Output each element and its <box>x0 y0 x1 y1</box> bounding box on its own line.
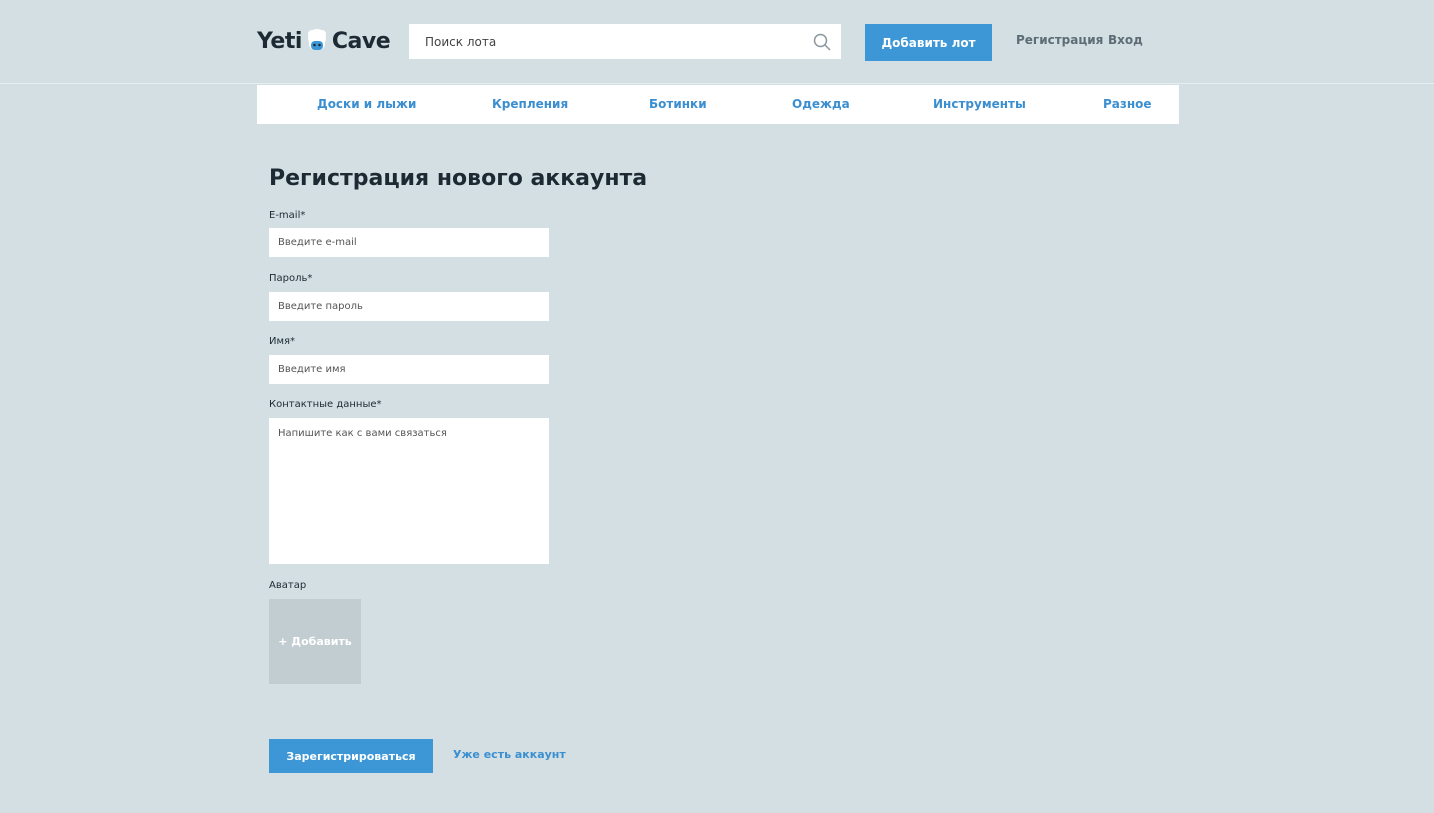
login-link[interactable]: Вход <box>1108 33 1143 47</box>
password-label: Пароль* <box>269 273 313 284</box>
search-icon[interactable] <box>813 33 831 51</box>
name-field[interactable] <box>269 355 549 384</box>
password-field[interactable] <box>269 292 549 321</box>
logo-text-left: Yeti <box>257 28 302 54</box>
category-other[interactable]: Разное <box>1103 97 1152 111</box>
avatar-add-label: + Добавить <box>278 635 352 648</box>
category-tools[interactable]: Инструменты <box>933 97 1026 111</box>
category-clothing[interactable]: Одежда <box>792 97 850 111</box>
category-boards-skis[interactable]: Доски и лыжи <box>317 97 416 111</box>
page-title: Регистрация нового аккаунта <box>269 166 648 191</box>
email-label: E-mail* <box>269 210 306 221</box>
categories-nav: Доски и лыжи Крепления Ботинки Одежда Ин… <box>257 85 1179 124</box>
search-form <box>409 24 841 59</box>
register-submit-button[interactable]: Зарегистрироваться <box>269 739 433 773</box>
has-account-link[interactable]: Уже есть аккаунт <box>453 748 566 761</box>
search-input[interactable] <box>409 24 799 59</box>
register-link[interactable]: Регистрация <box>1016 33 1103 47</box>
category-boots[interactable]: Ботинки <box>649 97 707 111</box>
category-bindings[interactable]: Крепления <box>492 97 568 111</box>
name-label: Имя* <box>269 336 296 347</box>
site-header: Yeti Cave Добавить лот Регистрация Вход <box>0 0 1434 84</box>
avatar-upload-button[interactable]: + Добавить <box>269 599 361 684</box>
logo-text-right: Cave <box>331 28 391 54</box>
contacts-label: Контактные данные* <box>269 399 382 410</box>
avatar-label: Аватар <box>269 580 307 591</box>
logo[interactable]: Yeti Cave <box>257 22 391 60</box>
add-lot-button[interactable]: Добавить лот <box>865 24 992 61</box>
contacts-field[interactable] <box>269 418 549 564</box>
email-field[interactable] <box>269 228 549 257</box>
yeti-logo-icon <box>307 29 326 50</box>
